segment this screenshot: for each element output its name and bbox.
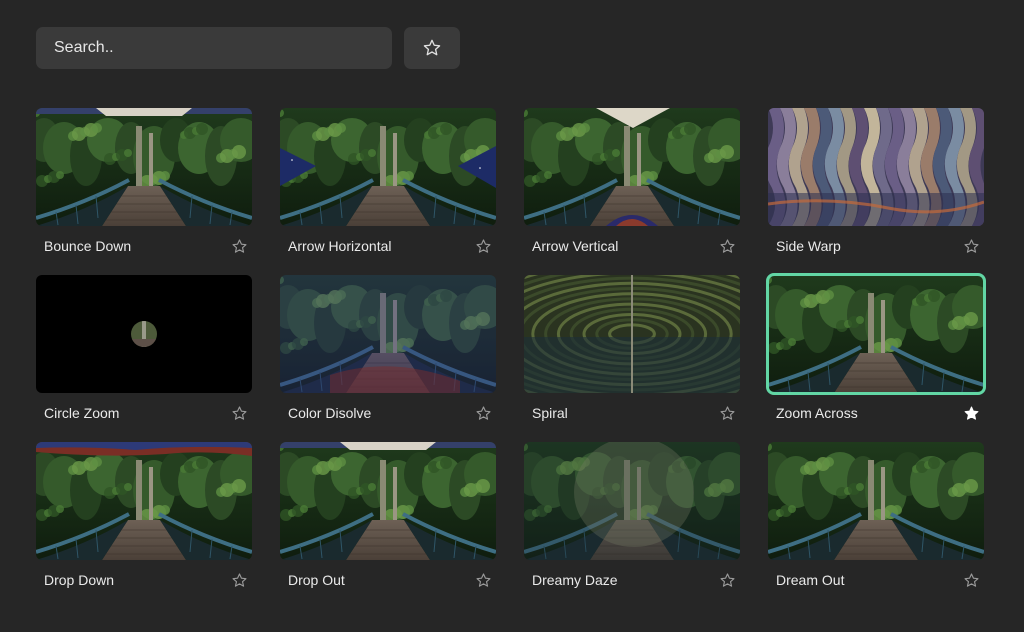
transition-label-row: Bounce Down — [36, 236, 252, 256]
star-outline-icon[interactable] — [718, 237, 736, 255]
transition-label-row: Side Warp — [768, 236, 984, 256]
transition-preview[interactable] — [524, 442, 740, 560]
transition-card-dreamy-daze[interactable]: Dreamy Daze — [524, 442, 740, 609]
transition-label: Side Warp — [776, 238, 841, 254]
transition-card-arrow-vertical[interactable]: Arrow Vertical — [524, 108, 740, 275]
star-outline-icon[interactable] — [230, 404, 248, 422]
transition-label-row: Color Disolve — [280, 403, 496, 423]
favorites-filter-button[interactable] — [404, 27, 460, 69]
star-outline-icon[interactable] — [474, 571, 492, 589]
transition-label-row: Dreamy Daze — [524, 570, 740, 590]
transition-label: Circle Zoom — [44, 405, 120, 421]
transition-card-circle-zoom[interactable]: Circle Zoom — [36, 275, 252, 442]
star-outline-icon — [423, 39, 441, 56]
star-outline-icon[interactable] — [718, 404, 736, 422]
transition-label: Zoom Across — [776, 405, 858, 421]
star-outline-icon[interactable] — [230, 571, 248, 589]
transition-label: Spiral — [532, 405, 568, 421]
transition-preview[interactable] — [36, 108, 252, 226]
star-outline-icon[interactable] — [474, 237, 492, 255]
transition-card-arrow-horizontal[interactable]: Arrow Horizontal — [280, 108, 496, 275]
transition-card-drop-out[interactable]: Drop Out — [280, 442, 496, 609]
transition-label-row: Spiral — [524, 403, 740, 423]
transition-card-bounce-down[interactable]: Bounce Down — [36, 108, 252, 275]
transition-label: Bounce Down — [44, 238, 132, 254]
star-outline-icon[interactable] — [474, 404, 492, 422]
transition-preview[interactable] — [768, 442, 984, 560]
transition-label-row: Circle Zoom — [36, 403, 252, 423]
star-outline-icon[interactable] — [962, 237, 980, 255]
transition-card-dream-out[interactable]: Dream Out — [768, 442, 984, 609]
transition-label-row: Zoom Across — [768, 403, 984, 423]
transition-grid: Bounce Down Arrow Horizontal Arrow Verti… — [36, 108, 986, 609]
transition-preview[interactable] — [36, 442, 252, 560]
search-input[interactable] — [52, 38, 376, 58]
transition-preview[interactable] — [280, 442, 496, 560]
transition-label-row: Arrow Horizontal — [280, 236, 496, 256]
search-box[interactable] — [36, 27, 392, 69]
transition-card-zoom-across[interactable]: Zoom Across — [766, 273, 986, 442]
transition-label-row: Drop Down — [36, 570, 252, 590]
transition-card-color-disolve[interactable]: Color Disolve — [280, 275, 496, 442]
transition-preview[interactable] — [768, 108, 984, 226]
transition-label: Arrow Vertical — [532, 238, 619, 254]
transition-label: Drop Down — [44, 572, 115, 588]
transition-card-side-warp[interactable]: Side Warp — [768, 108, 984, 275]
transition-label: Dreamy Daze — [532, 572, 618, 588]
transition-label-row: Arrow Vertical — [524, 236, 740, 256]
transition-label-row: Drop Out — [280, 570, 496, 590]
star-outline-icon[interactable] — [718, 571, 736, 589]
star-filled-icon[interactable] — [962, 404, 980, 422]
transition-label: Dream Out — [776, 572, 845, 588]
transition-card-drop-down[interactable]: Drop Down — [36, 442, 252, 609]
transition-preview[interactable] — [524, 275, 740, 393]
transition-preview[interactable] — [36, 275, 252, 393]
transition-preview[interactable] — [280, 108, 496, 226]
transition-preview[interactable] — [280, 275, 496, 393]
transition-label: Color Disolve — [288, 405, 372, 421]
star-outline-icon[interactable] — [230, 237, 248, 255]
transition-label: Drop Out — [288, 572, 345, 588]
transition-preview[interactable] — [766, 273, 986, 395]
star-outline-icon[interactable] — [962, 571, 980, 589]
transition-preview[interactable] — [524, 108, 740, 226]
transition-label-row: Dream Out — [768, 570, 984, 590]
transition-card-spiral[interactable]: Spiral — [524, 275, 740, 442]
transition-label: Arrow Horizontal — [288, 238, 392, 254]
